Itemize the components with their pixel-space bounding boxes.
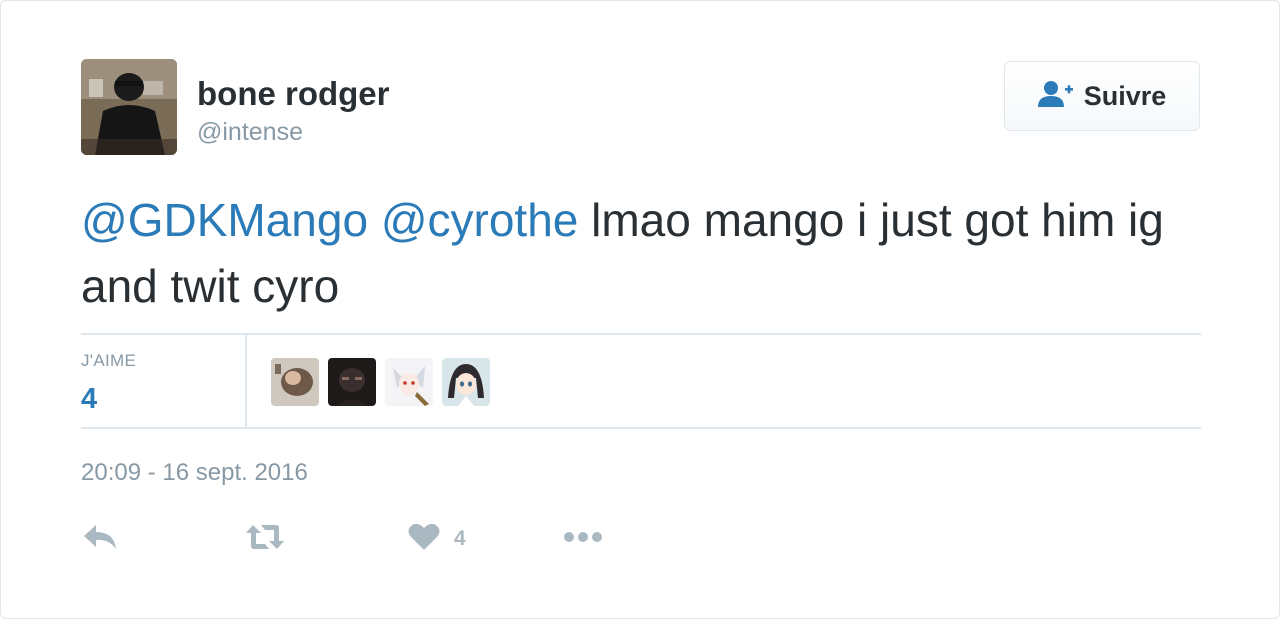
like-count: 4 <box>454 527 466 550</box>
liker-avatar[interactable] <box>328 358 376 406</box>
retweet-icon <box>245 524 285 555</box>
likes-count: 4 <box>81 383 98 415</box>
liker-avatar[interactable] <box>442 358 490 406</box>
mention-cyrothe[interactable]: @cyrothe <box>381 194 579 246</box>
tweet-text: @GDKMango @cyrothe lmao mango i just got… <box>81 187 1201 319</box>
like-button[interactable]: 4 <box>408 521 466 557</box>
author-display-name[interactable]: bone rodger <box>197 74 390 114</box>
liker-avatar[interactable] <box>385 358 433 406</box>
follow-button[interactable]: Suivre <box>1004 61 1200 131</box>
author-avatar[interactable] <box>81 59 177 155</box>
tweet-card: bone rodger @intense Suivre @GDKMango @c… <box>0 0 1280 619</box>
more-button[interactable] <box>563 521 603 557</box>
likes-stat[interactable]: J'AIME 4 <box>81 351 136 417</box>
more-dots-icon <box>563 530 603 548</box>
heart-icon <box>408 523 440 556</box>
likes-label: J'AIME <box>81 351 137 370</box>
mention-gdkmango[interactable]: @GDKMango <box>81 194 368 246</box>
tweet-actions: 4 <box>1 521 1280 557</box>
stats-bottom-divider <box>81 427 1201 429</box>
stats-top-divider <box>81 333 1201 335</box>
tweet-timestamp[interactable]: 20:09 - 16 sept. 2016 <box>81 457 308 489</box>
reply-button[interactable] <box>83 521 117 557</box>
retweet-button[interactable] <box>245 521 285 557</box>
add-user-icon <box>1037 80 1074 113</box>
reply-icon <box>83 524 117 555</box>
likers-list <box>271 358 490 406</box>
stats-separator <box>245 335 247 429</box>
liker-avatar[interactable] <box>271 358 319 406</box>
follow-button-label: Suivre <box>1083 80 1167 111</box>
author-screen-name[interactable]: @intense <box>197 116 303 148</box>
